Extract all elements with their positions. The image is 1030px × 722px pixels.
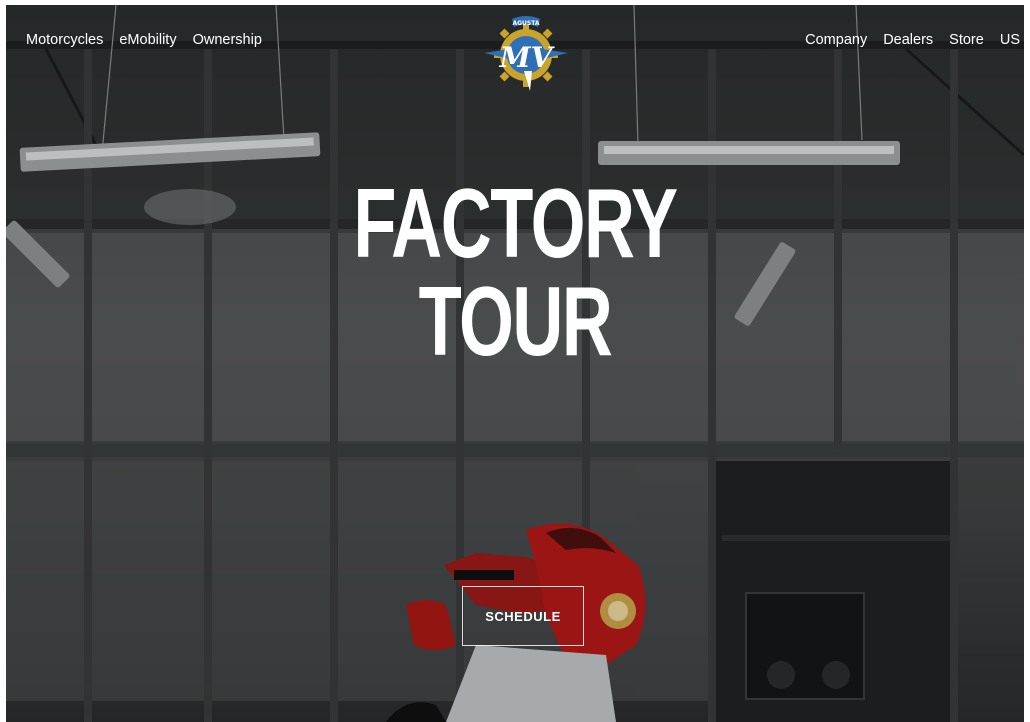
mv-agusta-logo-icon[interactable]: AGUSTA MV — [480, 9, 572, 95]
nav-left-group: Motorcycles eMobility Ownership — [26, 29, 262, 51]
nav-link-company[interactable]: Company — [805, 29, 867, 51]
logo-letters: MV — [499, 41, 556, 74]
hero-section: Motorcycles eMobility Ownership Company … — [6, 5, 1024, 722]
nav-link-motorcycles[interactable]: Motorcycles — [26, 29, 103, 51]
nav-link-emobility[interactable]: eMobility — [119, 29, 176, 51]
nav-link-region-us[interactable]: US — [1000, 29, 1020, 51]
nav-link-ownership[interactable]: Ownership — [193, 29, 262, 51]
hero-title-line2: TOUR — [418, 266, 613, 376]
nav-right-group: Company Dealers Store US — [805, 29, 1020, 51]
nav-link-store[interactable]: Store — [949, 29, 984, 51]
logo-banner-text: AGUSTA — [512, 20, 539, 27]
hero-title-line1: FACTORY — [353, 168, 678, 278]
nav-link-dealers[interactable]: Dealers — [883, 29, 933, 51]
schedule-button[interactable]: SCHEDULE — [462, 586, 584, 646]
